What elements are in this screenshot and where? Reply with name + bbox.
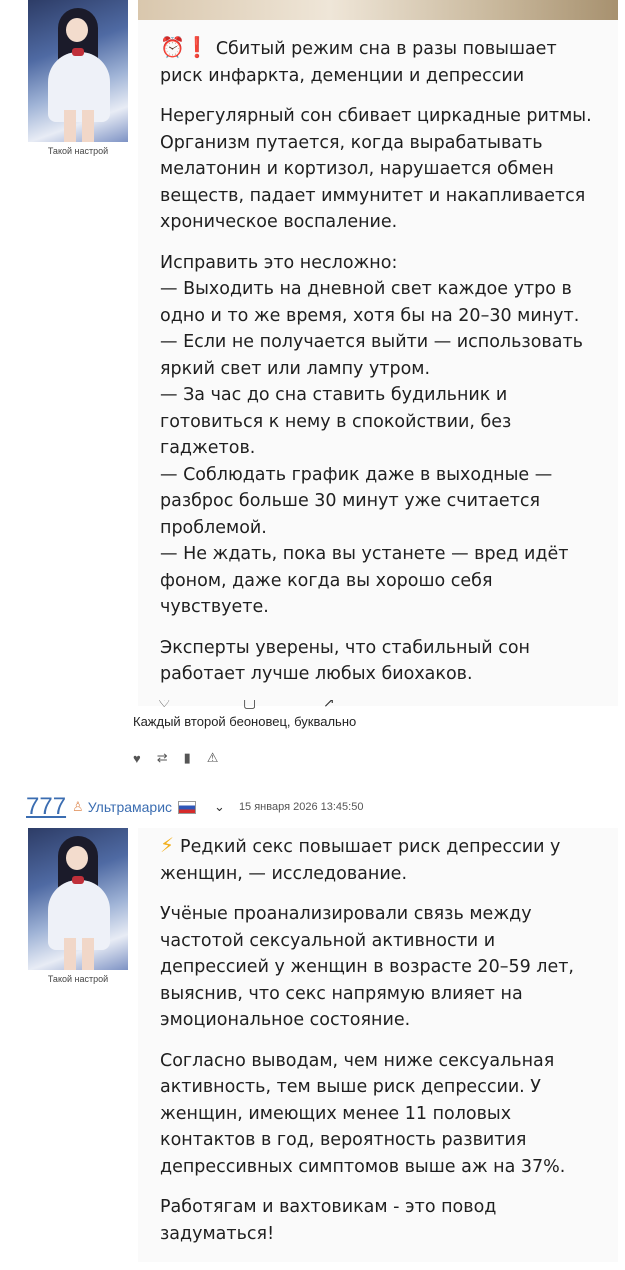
post-actions: ♥ ⇄ ▮ ⚠ xyxy=(133,750,218,766)
warning-icon[interactable]: ⚠ xyxy=(207,750,219,766)
avatar-caption: Такой настрой xyxy=(47,146,109,156)
paragraph-2-line: — Не ждать, пока вы устанете — вред идёт… xyxy=(160,544,569,617)
share-outline-icon: ↗ xyxy=(323,700,335,710)
paragraph-2-line: — За час до сна ставить будильник и гото… xyxy=(160,385,512,458)
post-image-text[interactable]: ⚡ Редкий секс повышает риск депрессии у ж… xyxy=(138,828,618,1262)
paragraph-2-line: — Если не получается выйти — использоват… xyxy=(160,332,583,379)
paragraph-3: Эксперты уверены, что стабильный сон раб… xyxy=(160,637,530,685)
chevron-down-icon[interactable]: ⌄ xyxy=(214,799,225,815)
post-image-top xyxy=(138,0,618,20)
user-icon: ♙ xyxy=(72,799,84,814)
headline: ⏰❗ Сбитый режим сна в разы повышает риск … xyxy=(160,35,557,86)
avatar[interactable] xyxy=(28,828,128,970)
post-date: 15 января 2026 13:45:50 xyxy=(238,801,364,813)
paragraph-1: Учёные проанализировали связь между част… xyxy=(160,904,574,1030)
paragraph-1: Нерегулярный сон сбивает циркадные ритмы… xyxy=(160,106,592,232)
paragraph-3: Работягам и вахтовикам - это повод задум… xyxy=(160,1197,497,1244)
username-link[interactable]: Ультрамарис xyxy=(88,799,172,815)
comment-outline-icon: ▢ xyxy=(243,700,257,710)
heart-icon[interactable]: ♥ xyxy=(133,751,141,766)
bookmark-icon[interactable]: ▮ xyxy=(184,750,191,766)
paragraph-2: Согласно выводам, чем ниже сексуальная а… xyxy=(160,1050,566,1177)
avatar-caption: Такой настрой xyxy=(47,974,109,984)
post-caption: Каждый второй беоновец, буквально xyxy=(133,714,357,729)
lightning-icon: ⚡ xyxy=(160,833,175,857)
post-2-header: 777 ♙ Ультрамарис ⌄ 15 января 2026 13:45… xyxy=(26,793,364,821)
post-image-text[interactable]: ⏰❗ Сбитый режим сна в разы повышает риск … xyxy=(138,20,618,706)
flag-icon xyxy=(178,800,197,814)
paragraph-2-line: Исправить это несложно: xyxy=(160,252,398,273)
image-cropped-icons: ♡ ▢ ↗ xyxy=(138,700,618,710)
paragraph-2-line: — Соблюдать график даже в выходные — раз… xyxy=(160,464,553,538)
post-number-link[interactable]: 777 xyxy=(26,793,66,821)
headline: ⚡ Редкий секс повышает риск депрессии у ж… xyxy=(160,833,561,884)
alarm-clock-icon: ⏰❗ xyxy=(160,35,210,59)
avatar[interactable] xyxy=(28,0,128,142)
repost-icon[interactable]: ⇄ xyxy=(157,750,168,766)
paragraph-2-line: — Выходить на дневной свет каждое утро в… xyxy=(160,279,580,326)
heart-outline-icon: ♡ xyxy=(158,700,171,710)
